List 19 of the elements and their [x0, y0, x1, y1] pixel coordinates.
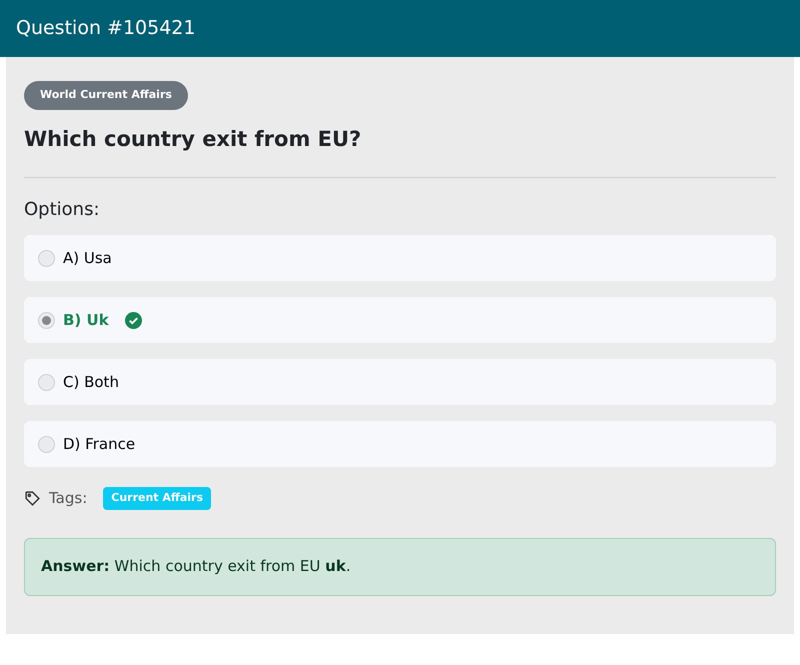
question-text: Which country exit from EU?	[24, 126, 362, 152]
option-row[interactable]: C) Both	[24, 359, 776, 405]
radio-button[interactable]	[38, 374, 55, 390]
option-row[interactable]: D) France	[24, 421, 776, 467]
radio-button[interactable]	[38, 436, 55, 452]
answer-text: Answer: Which country exit from EU uk.	[41, 556, 351, 578]
option-label: C) Both	[63, 372, 119, 393]
tag-icon	[24, 490, 41, 507]
option-label: B) Uk	[63, 310, 109, 331]
category-badge[interactable]: World Current Affairs	[24, 81, 188, 110]
option-label: D) France	[63, 434, 136, 455]
radio-button[interactable]	[38, 312, 55, 328]
radio-button[interactable]	[38, 250, 55, 266]
tags-label: Tags:	[49, 488, 88, 509]
options-label: Options:	[24, 198, 101, 222]
option-row[interactable]: A) Usa	[24, 235, 776, 281]
option-row[interactable]: B) Uk	[24, 297, 776, 343]
option-label: A) Usa	[63, 248, 112, 269]
question-title: Question #105421	[16, 16, 196, 42]
